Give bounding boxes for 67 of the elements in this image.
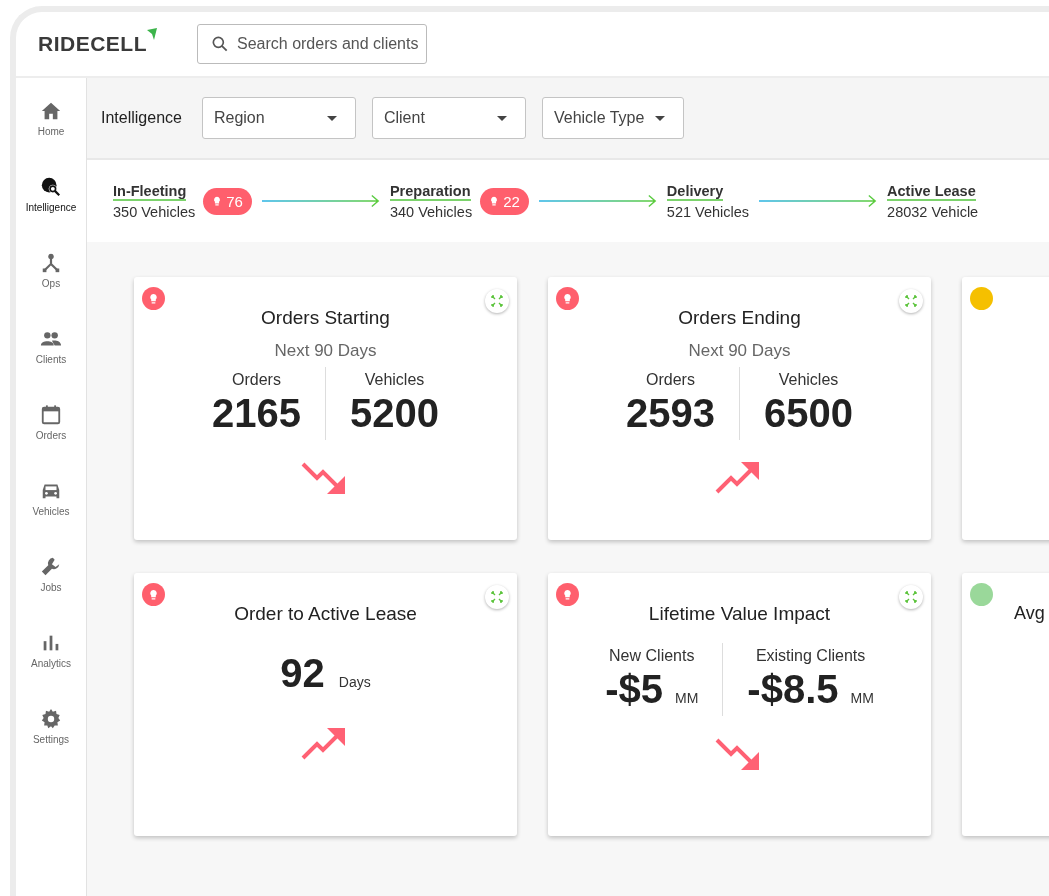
sidebar-item[interactable]: Home (16, 100, 86, 176)
logo-text: RIDECELL (38, 32, 147, 56)
metric-value: 2165 (212, 391, 301, 436)
stage-count: 350 Vehicles (113, 203, 196, 220)
ops-icon (40, 252, 62, 274)
card-title: Orders Ending (678, 307, 801, 329)
caret-icon (654, 115, 665, 121)
metric-label: Vehicles (364, 371, 425, 389)
filter-dropdown[interactable]: Region (201, 97, 356, 139)
sidebar-item[interactable]: Jobs (16, 556, 86, 632)
logo-flag-icon (147, 28, 157, 40)
filter-dropdown[interactable]: Vehicle Type (541, 97, 684, 139)
metric-value: 92 (280, 651, 325, 696)
expand-button[interactable] (899, 585, 923, 609)
metric-value: -$8.5 (747, 667, 839, 712)
stage-title[interactable]: Active Lease (887, 182, 976, 201)
sidebar-item[interactable]: Orders (16, 404, 86, 480)
metric-unit: Days (338, 674, 371, 690)
calendar-icon (40, 404, 62, 426)
wrench-icon (40, 556, 62, 578)
metric-label: New Clients (609, 647, 695, 665)
alert-badge: 76 (203, 187, 252, 215)
metric-value: -$5 (605, 667, 663, 712)
metric-label: Vehicles (778, 371, 839, 389)
search-icon (210, 34, 230, 54)
metric-label: Existing Clients (755, 647, 866, 665)
metric-value: 2593 (626, 391, 715, 436)
stage-title[interactable]: Preparation (389, 182, 471, 201)
filter-dropdown[interactable]: Client (371, 97, 526, 139)
card-title: Avg (1014, 603, 1045, 624)
alert-badge: 22 (480, 187, 529, 215)
card-subtitle: Next 90 Days (688, 341, 791, 361)
expand-button[interactable] (485, 585, 509, 609)
caret-icon (326, 115, 337, 121)
expand-icon (905, 295, 917, 307)
metric-unit: MM (675, 690, 699, 706)
metric-value: 5200 (350, 391, 439, 436)
metric-value: 6500 (764, 391, 853, 436)
stage-count: 521 Vehicles (666, 203, 750, 220)
search-field[interactable]: Search orders and clients (197, 24, 427, 64)
metric-label: Orders (232, 371, 281, 389)
sidebar-item[interactable]: Settings (16, 708, 86, 784)
metric-unit: MM (850, 690, 874, 706)
stage-count: 340 Vehicles (389, 203, 473, 220)
card-title: Lifetime Value Impact (648, 603, 831, 625)
card-title: Order to Active Lease (234, 603, 417, 625)
stage-count: 28032 Vehicle (887, 203, 979, 220)
expand-icon (491, 591, 503, 603)
stage-title[interactable]: In-Fleeting (113, 182, 187, 201)
expand-icon (905, 591, 917, 603)
metric-label: Orders (646, 371, 695, 389)
page-title: Intelligence (101, 109, 182, 127)
card-subtitle: Next 90 Days (274, 341, 377, 361)
expand-button[interactable] (485, 289, 509, 313)
sidebar-item[interactable]: Ops (16, 252, 86, 328)
sidebar-item[interactable]: Intelligence (16, 176, 86, 252)
home-icon (40, 100, 62, 122)
sidebar-item[interactable]: Vehicles (16, 480, 86, 556)
expand-icon (491, 295, 503, 307)
globe-icon (40, 176, 62, 198)
expand-button[interactable] (899, 289, 923, 313)
stage-title[interactable]: Delivery (666, 182, 724, 201)
gear-icon (40, 708, 62, 730)
sidebar-item[interactable]: Analytics (16, 632, 86, 708)
caret-icon (496, 115, 507, 121)
sidebar-item[interactable]: Clients (16, 328, 86, 404)
card-title: Orders Starting (261, 307, 390, 329)
